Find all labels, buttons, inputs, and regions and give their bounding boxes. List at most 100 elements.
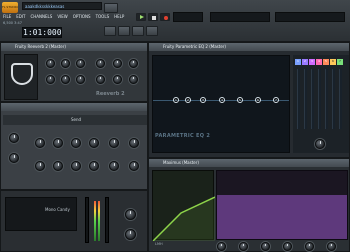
playlist-button[interactable] — [104, 26, 116, 36]
eq-knob-10[interactable] — [89, 161, 99, 171]
menu-file[interactable]: FILE — [3, 14, 11, 19]
reverb-window: Fruity Reeverb 2 (Master) Reeverb 2 — [0, 42, 148, 102]
eq-knob-11[interactable] — [109, 161, 119, 171]
play-icon — [140, 15, 144, 19]
eq-brand: PARAMETRIC EQ 2 — [155, 133, 210, 139]
song-title-field[interactable]: aaakdkksskkkeasas — [22, 2, 102, 10]
reverb-knob-11[interactable] — [113, 75, 122, 84]
menu-view[interactable]: VIEW — [57, 14, 67, 19]
limiter-graph[interactable] — [152, 170, 215, 241]
param-eq-title: Fruity Parametric EQ 2 (Master) — [149, 43, 349, 51]
piano-roll-button[interactable] — [118, 26, 130, 36]
band-slider-7[interactable] — [339, 69, 342, 129]
maximus-knob-6[interactable] — [327, 242, 336, 251]
eq-band-6[interactable]: 6 — [255, 97, 261, 103]
band-slider-5[interactable] — [325, 69, 328, 129]
preset-7[interactable]: 7 — [337, 59, 343, 65]
reverb-knob-9[interactable] — [76, 75, 85, 84]
band-slider-1[interactable] — [297, 69, 300, 129]
send-label: Send — [71, 117, 82, 122]
eq-knob-9[interactable] — [71, 161, 81, 171]
eq-band-2[interactable]: 2 — [185, 97, 191, 103]
preset-2[interactable]: 2 — [302, 59, 308, 65]
pan-knob-1[interactable] — [125, 209, 136, 220]
band-slider-4[interactable] — [318, 69, 321, 129]
eq-band-4[interactable]: 4 — [219, 97, 225, 103]
menu-tools[interactable]: TOOLS — [96, 14, 110, 19]
preset-row: 1 2 3 4 5 6 7 — [295, 59, 347, 65]
maximus-knob-4[interactable] — [283, 242, 292, 251]
fader-track-1[interactable] — [85, 197, 89, 243]
band-slider-6[interactable] — [332, 69, 335, 129]
eq-knob-2[interactable] — [53, 138, 63, 148]
fader-track-2[interactable] — [105, 197, 109, 243]
preset-6[interactable]: 6 — [330, 59, 336, 65]
channel-name-field[interactable] — [5, 197, 77, 231]
band-fill — [217, 195, 347, 239]
menu-help[interactable]: HELP — [114, 14, 124, 19]
eq-knob-3[interactable] — [71, 138, 81, 148]
eq-knob-12[interactable] — [129, 161, 139, 171]
pan-knob-2[interactable] — [125, 229, 136, 240]
reverb-knob-6[interactable] — [129, 59, 138, 68]
eq-band-3[interactable]: 3 — [200, 97, 206, 103]
mode-label: LMH — [155, 242, 163, 246]
tempo-display[interactable] — [173, 12, 203, 22]
reverb-knob-3[interactable] — [76, 59, 85, 68]
menu-options[interactable]: OPTIONS — [73, 14, 91, 19]
mixer-button[interactable] — [146, 26, 158, 36]
stop-icon — [152, 16, 156, 20]
preset-4[interactable]: 4 — [316, 59, 322, 65]
band-display[interactable] — [216, 170, 348, 240]
maximus-knob-5[interactable] — [305, 242, 314, 251]
channel-rack-button[interactable] — [132, 26, 144, 36]
room-icon — [11, 63, 33, 85]
preset-3[interactable]: 3 — [309, 59, 315, 65]
maximus-knob-3[interactable] — [261, 242, 270, 251]
reverb-knob-1[interactable] — [46, 59, 55, 68]
transfer-curve-icon — [153, 196, 215, 241]
fl-logo-icon[interactable]: FL STUDIO — [2, 2, 18, 13]
maximus-window: Maximus (Master) LMH — [148, 158, 350, 252]
parametric-eq-window: Fruity Parametric EQ 2 (Master) 1 2 3 4 … — [148, 42, 350, 158]
channel-effects-window: Send — [0, 102, 148, 190]
reverb-knob-7[interactable] — [46, 75, 55, 84]
reverb-knob-8[interactable] — [61, 75, 70, 84]
eq-knob-1[interactable] — [35, 138, 45, 148]
band-slider-2[interactable] — [304, 69, 307, 129]
effects-title — [1, 103, 147, 111]
time-display[interactable]: 1:01:000 — [22, 27, 62, 38]
eq-knob-5[interactable] — [109, 138, 119, 148]
play-button[interactable] — [136, 13, 146, 21]
maximus-knob-2[interactable] — [239, 242, 248, 251]
main-toolbar: FL STUDIO aaakdkksskkkeasas FILE EDIT CHAN… — [0, 0, 350, 42]
eq-band-sliders: 1 2 3 4 5 6 7 — [293, 55, 349, 153]
eq-output-knob[interactable] — [315, 139, 325, 149]
preset-5[interactable]: 5 — [323, 59, 329, 65]
record-icon — [164, 16, 168, 20]
send-knob-2[interactable] — [9, 153, 19, 163]
eq-band-7[interactable]: 7 — [273, 97, 279, 103]
reverb-knob-5[interactable] — [113, 59, 122, 68]
main-menu: FILE EDIT CHANNELS VIEW OPTIONS TOOLS HELP — [3, 14, 129, 19]
eq-knob-4[interactable] — [89, 138, 99, 148]
eq-knob-6[interactable] — [129, 138, 139, 148]
reverb-knob-10[interactable] — [96, 75, 105, 84]
pattern-button[interactable] — [104, 3, 118, 13]
eq-band-1[interactable]: 1 — [173, 97, 179, 103]
reverb-knob-12[interactable] — [129, 75, 138, 84]
stop-button[interactable] — [148, 13, 158, 21]
menu-channels[interactable]: CHANNELS — [30, 14, 52, 19]
reverb-knob-4[interactable] — [96, 59, 105, 68]
reverb-knob-2[interactable] — [61, 59, 70, 68]
menu-edit[interactable]: EDIT — [16, 14, 25, 19]
mixer-strip-window: Mono Candy — [0, 190, 148, 252]
preset-1[interactable]: 1 — [295, 59, 301, 65]
eq-knob-8[interactable] — [53, 161, 63, 171]
eq-band-5[interactable]: 5 — [237, 97, 243, 103]
maximus-knob-1[interactable] — [217, 242, 226, 251]
send-knob-1[interactable] — [9, 133, 19, 143]
band-slider-3[interactable] — [311, 69, 314, 129]
eq-knob-7[interactable] — [35, 161, 45, 171]
record-button[interactable] — [160, 13, 170, 21]
